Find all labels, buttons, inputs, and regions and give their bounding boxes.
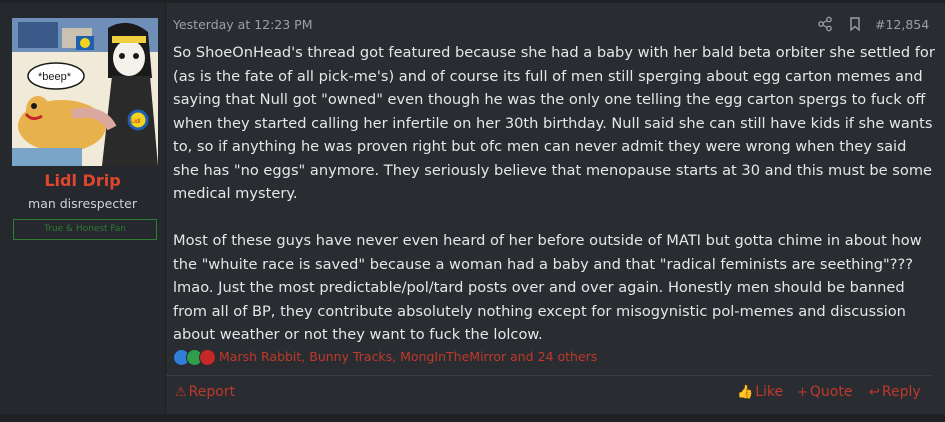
username[interactable]: Lidl Drip <box>0 171 165 190</box>
reaction-users-link[interactable]: Marsh Rabbit, Bunny Tracks, MongInTheMir… <box>219 349 597 364</box>
post-paragraph: So ShoeOnHead's thread got featured beca… <box>173 44 935 202</box>
heart-icon <box>199 349 216 366</box>
post-actions: ⚠ Report 👍 Like + Quote ↩ Reply <box>166 375 932 408</box>
avatar-image: Lidl *beep* <box>12 18 158 166</box>
reply-button[interactable]: ↩ Reply <box>869 384 921 400</box>
post-main: Yesterday at 12:23 PM #12,854 So ShoeOnH… <box>166 3 945 414</box>
quote-label: Quote <box>809 384 853 400</box>
report-label: Report <box>188 384 236 400</box>
warning-icon: ⚠ <box>175 385 187 400</box>
divider <box>0 414 945 422</box>
avatar-badge: Lidl <box>131 119 140 125</box>
user-cell: Lidl *beep* Lidl Drip man disrespecter T… <box>0 3 166 414</box>
reply-label: Reply <box>881 384 921 400</box>
post-paragraph: Most of these guys have never even heard… <box>173 232 922 343</box>
post-date[interactable]: Yesterday at 12:23 PM <box>173 17 313 32</box>
thumbs-up-icon: 👍 <box>737 385 754 400</box>
user-banner: True & Honest Fan <box>13 219 157 240</box>
plus-icon: + <box>797 385 808 400</box>
reactions-bar: Marsh Rabbit, Bunny Tracks, MongInTheMir… <box>173 348 913 366</box>
avatar-caption: *beep* <box>38 71 72 83</box>
post-body: So ShoeOnHead's thread got featured beca… <box>173 41 935 347</box>
user-title: man disrespecter <box>28 196 137 211</box>
bookmark-icon[interactable] <box>847 16 863 32</box>
avatar[interactable]: Lidl *beep* <box>12 18 158 166</box>
quote-button[interactable]: + Quote <box>797 384 852 400</box>
like-button[interactable]: 👍 Like <box>737 384 783 400</box>
like-label: Like <box>755 384 784 400</box>
message-post: Lidl *beep* Lidl Drip man disrespecter T… <box>0 0 945 422</box>
reply-icon: ↩ <box>869 385 880 400</box>
post-number[interactable]: #12,854 <box>875 17 929 32</box>
share-icon[interactable] <box>817 16 833 32</box>
report-button[interactable]: ⚠ Report <box>175 384 235 400</box>
